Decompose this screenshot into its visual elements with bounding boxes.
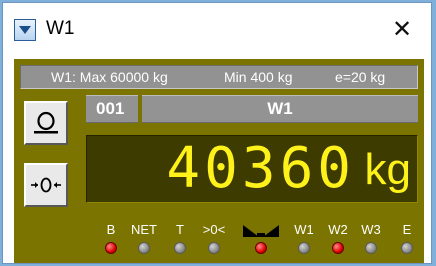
scale-zero-icon [34,111,58,134]
led-b [105,242,117,254]
led-net [138,242,150,254]
close-button[interactable]: ✕ [387,15,417,43]
weight-unit: kg [364,145,411,194]
led-w2 [332,242,344,254]
led-t [174,242,186,254]
led-w1 [298,242,310,254]
min-capacity: Min 400 kg [224,69,293,85]
indicator-label-w3: W3 [361,222,381,237]
indicator-label-e: E [402,222,412,237]
indicator-label-b: B [106,222,116,237]
scale-window: W1 ✕ W1: Max 60000 kg Min 400 kg e=20 kg [2,2,432,264]
max-capacity: W1: Max 60000 kg [51,69,168,85]
weight-display: 40360 kg [86,135,418,203]
weight-value: 40360 [166,136,355,201]
indicator-label-w2: W2 [328,222,348,237]
scale-name-bar: W1 [142,95,418,123]
led-zero [208,242,220,254]
zero-button[interactable] [24,101,68,145]
tare-center-icon [31,177,61,193]
motion-bowtie-icon [243,225,279,240]
scale-panel: W1: Max 60000 kg Min 400 kg e=20 kg 001 … [14,59,424,263]
indicator-label-w1: W1 [294,222,314,237]
indicator-label-t: T [176,222,184,237]
title-bar[interactable]: W1 ✕ [3,3,431,55]
tare-button[interactable] [24,163,68,207]
led-e [401,242,413,254]
scale-id-number: 001 [96,99,125,118]
close-icon: ✕ [391,15,413,43]
scale-id: 001 [86,95,138,123]
led-motion [255,242,267,254]
scale-name: W1 [267,99,293,118]
indicator-label-net: NET [131,222,157,237]
window-menu-icon[interactable] [14,19,36,41]
led-w3 [365,242,377,254]
scale-info-bar: W1: Max 60000 kg Min 400 kg e=20 kg [20,65,418,89]
indicator-label-zero: >0< [202,222,226,237]
window-title: W1 [46,18,75,39]
division: e=20 kg [335,69,386,85]
